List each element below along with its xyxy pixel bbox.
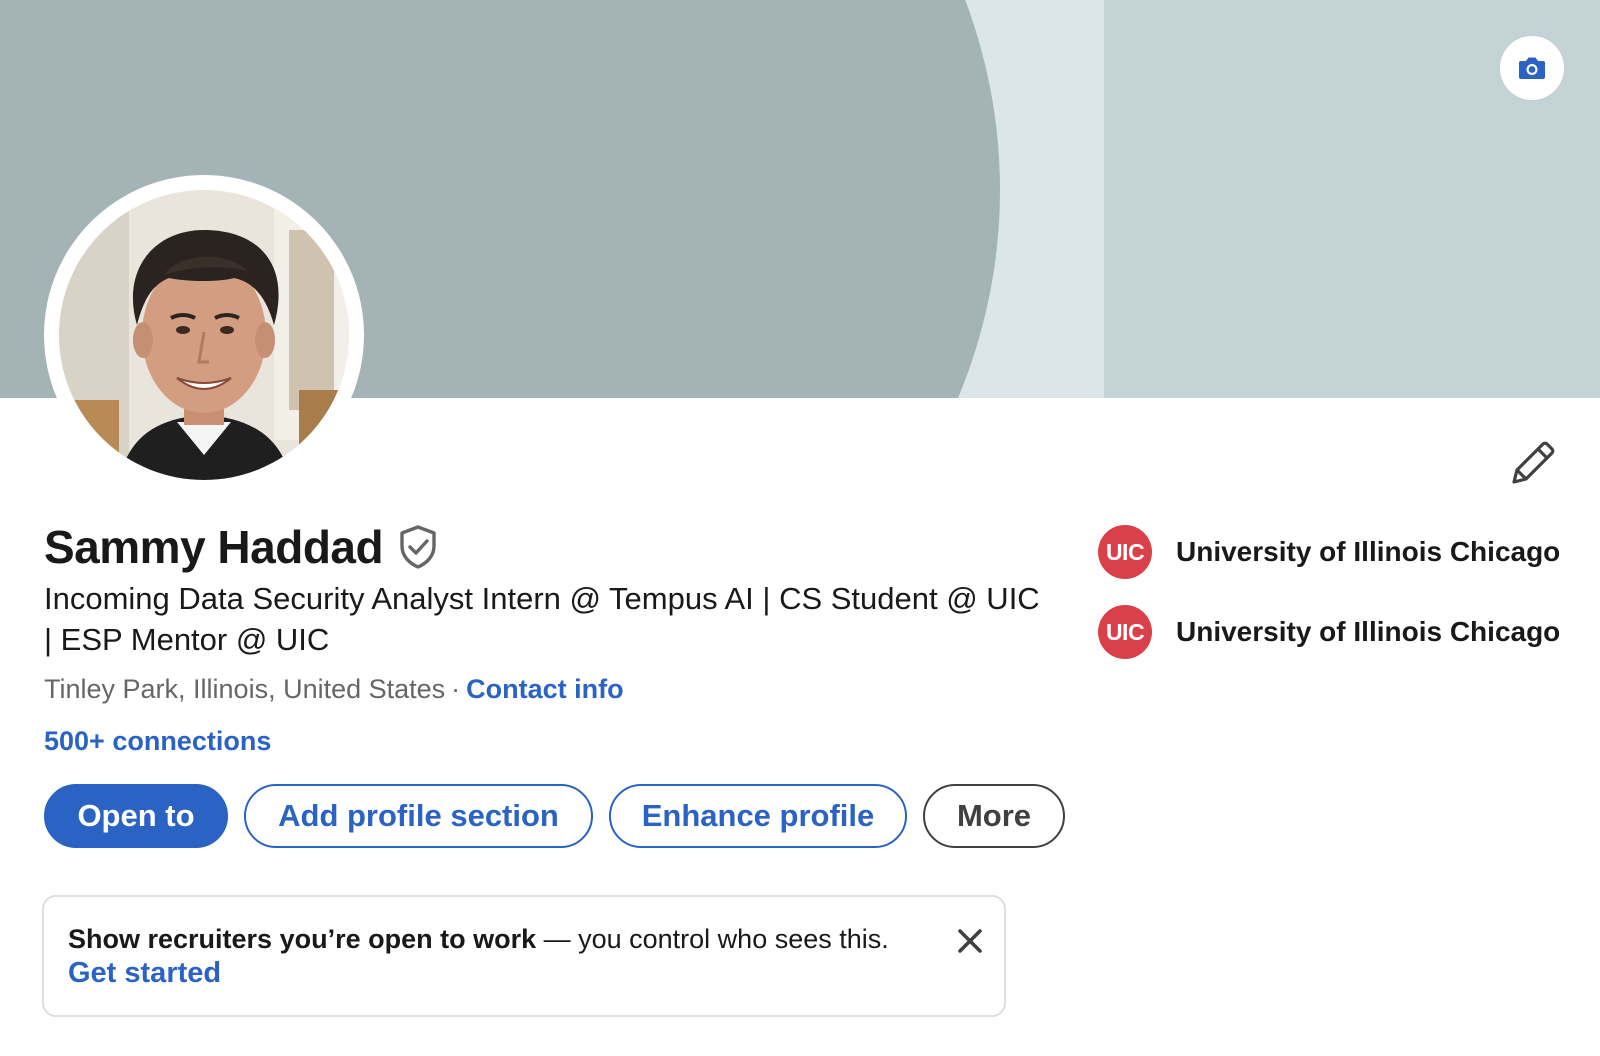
camera-icon [1519,57,1545,79]
education-item[interactable]: UIC University of Illinois Chicago [1098,525,1560,579]
contact-info-link[interactable]: Contact info [466,674,623,704]
notice-bold-text: Show recruiters you’re open to work [68,924,537,954]
profile-name: Sammy Haddad [44,521,384,573]
profile-headline: Incoming Data Security Analyst Intern @ … [44,581,1040,657]
education-name: University of Illinois Chicago [1176,616,1561,647]
avatar[interactable] [44,175,364,495]
location-row: Tinley Park, Illinois, United States · Con… [44,674,624,705]
profile-top-card: Sammy Haddad Incoming Data Security Anal… [0,0,1600,1056]
connections-link[interactable]: 500+ connections [44,726,271,757]
close-icon [958,929,982,953]
uic-logo: UIC [1098,525,1152,579]
enhance-profile-button[interactable]: Enhance profile [609,784,907,848]
shield-check-icon[interactable] [397,524,439,570]
separator-dot: · [451,674,461,704]
notice-rest-text: — you control who sees this. [536,924,889,954]
get-started-link[interactable]: Get started [68,957,980,990]
profile-location: Tinley Park, Illinois, United States [44,674,446,704]
edit-intro-button[interactable] [1506,436,1560,490]
dismiss-notice-button[interactable] [950,921,990,961]
pencil-icon [1512,441,1555,484]
name-row: Sammy Haddad [44,520,439,574]
add-profile-section-button[interactable]: Add profile section [244,784,593,848]
education-item[interactable]: UIC University of Illinois Chicago [1098,605,1560,659]
edit-banner-button[interactable] [1500,36,1564,100]
open-to-button[interactable]: Open to [44,784,228,848]
profile-photo-image [59,190,349,480]
notice-text: Show recruiters you’re open to work — yo… [68,921,980,957]
uic-logo: UIC [1098,605,1152,659]
education-name: University of Illinois Chicago [1176,536,1561,567]
profile-actions: Open to Add profile section Enhance prof… [44,784,1065,848]
profile-photo [59,190,349,480]
more-button[interactable]: More [923,784,1065,848]
open-to-work-notice: Show recruiters you’re open to work — yo… [42,895,1006,1017]
